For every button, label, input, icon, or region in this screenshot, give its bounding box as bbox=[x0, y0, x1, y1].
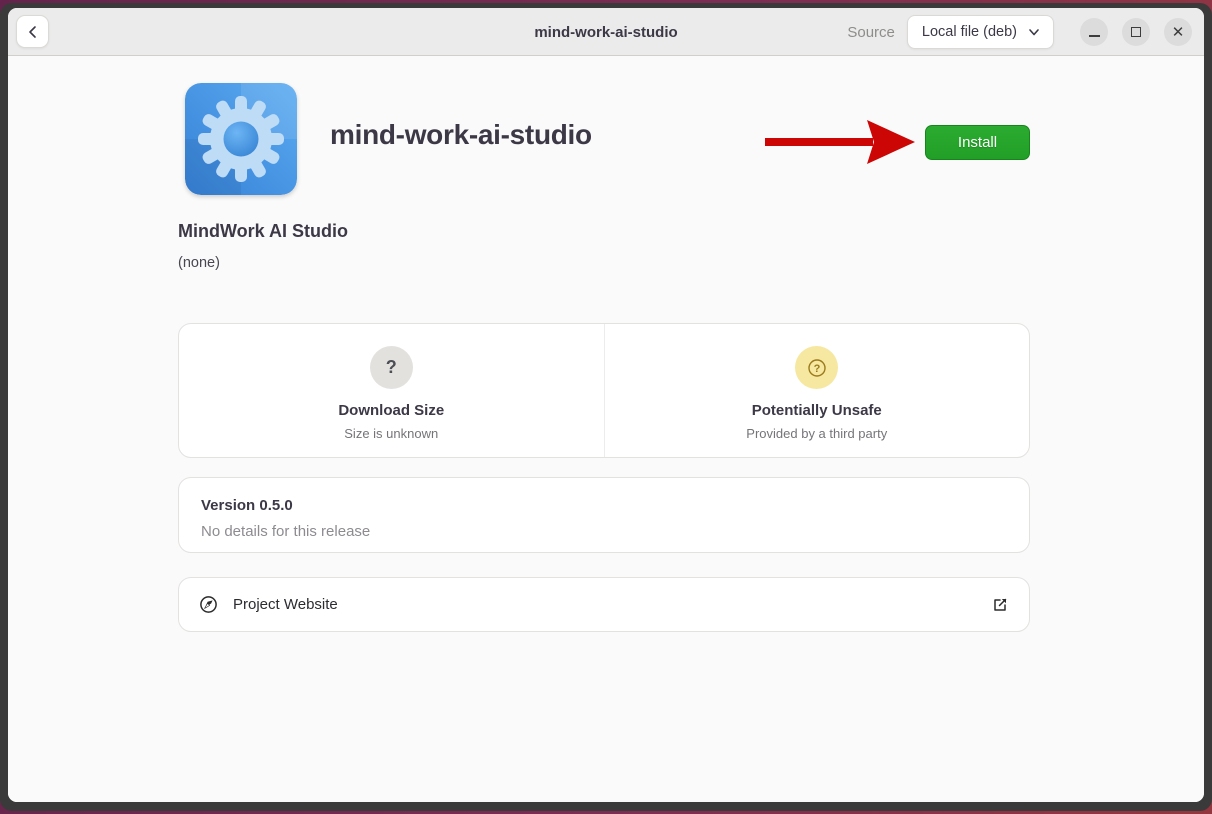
website-label: Project Website bbox=[233, 596, 976, 613]
app-details-page: mind-work-ai-studio Install MindWork AI … bbox=[8, 56, 1204, 802]
safety-tile[interactable]: ? Potentially Unsafe Provided by a third… bbox=[604, 324, 1030, 457]
maximize-button[interactable] bbox=[1122, 18, 1150, 46]
app-name: mind-work-ai-studio bbox=[330, 119, 592, 151]
source-dropdown[interactable]: Local file (deb) bbox=[907, 15, 1054, 49]
back-button[interactable] bbox=[16, 15, 49, 48]
version-card[interactable]: Version 0.5.0 No details for this releas… bbox=[178, 477, 1030, 553]
app-icon-gear bbox=[185, 83, 297, 195]
tile-title: Download Size bbox=[338, 402, 444, 419]
source-label: Source bbox=[847, 24, 895, 41]
source-selector: Source Local file (deb) bbox=[847, 8, 1054, 56]
close-button[interactable]: ✕ bbox=[1164, 18, 1192, 46]
chevron-left-icon bbox=[25, 24, 41, 40]
maximize-icon bbox=[1131, 27, 1141, 37]
software-app-window: mind-work-ai-studio Source Local file (d… bbox=[8, 8, 1204, 802]
install-button[interactable]: Install bbox=[925, 125, 1030, 160]
developer-name: MindWork AI Studio bbox=[178, 221, 348, 242]
external-link-icon bbox=[991, 596, 1009, 614]
project-website-row[interactable]: Project Website bbox=[178, 577, 1030, 632]
window-controls: ✕ bbox=[1080, 8, 1192, 56]
svg-text:?: ? bbox=[813, 363, 820, 375]
version-subtitle: No details for this release bbox=[201, 523, 1007, 540]
headerbar: mind-work-ai-studio Source Local file (d… bbox=[8, 8, 1204, 56]
tile-subtitle: Size is unknown bbox=[344, 426, 438, 441]
question-icon: ? bbox=[370, 346, 413, 389]
version-title: Version 0.5.0 bbox=[201, 497, 1007, 514]
red-arrow-annotation bbox=[763, 118, 919, 166]
app-icon bbox=[185, 83, 297, 195]
tile-subtitle: Provided by a third party bbox=[746, 426, 887, 441]
context-tiles-card: ? Download Size Size is unknown ? Potent… bbox=[178, 323, 1030, 458]
tile-title: Potentially Unsafe bbox=[752, 402, 882, 419]
source-dropdown-value: Local file (deb) bbox=[922, 24, 1017, 40]
minimize-button[interactable] bbox=[1080, 18, 1108, 46]
license-text: (none) bbox=[178, 255, 220, 271]
question-circle-icon: ? bbox=[795, 346, 838, 389]
download-size-tile[interactable]: ? Download Size Size is unknown bbox=[179, 324, 604, 457]
chevron-down-icon bbox=[1027, 25, 1041, 39]
close-icon: ✕ bbox=[1172, 25, 1185, 40]
compass-icon bbox=[199, 595, 218, 614]
minimize-icon bbox=[1089, 35, 1100, 37]
